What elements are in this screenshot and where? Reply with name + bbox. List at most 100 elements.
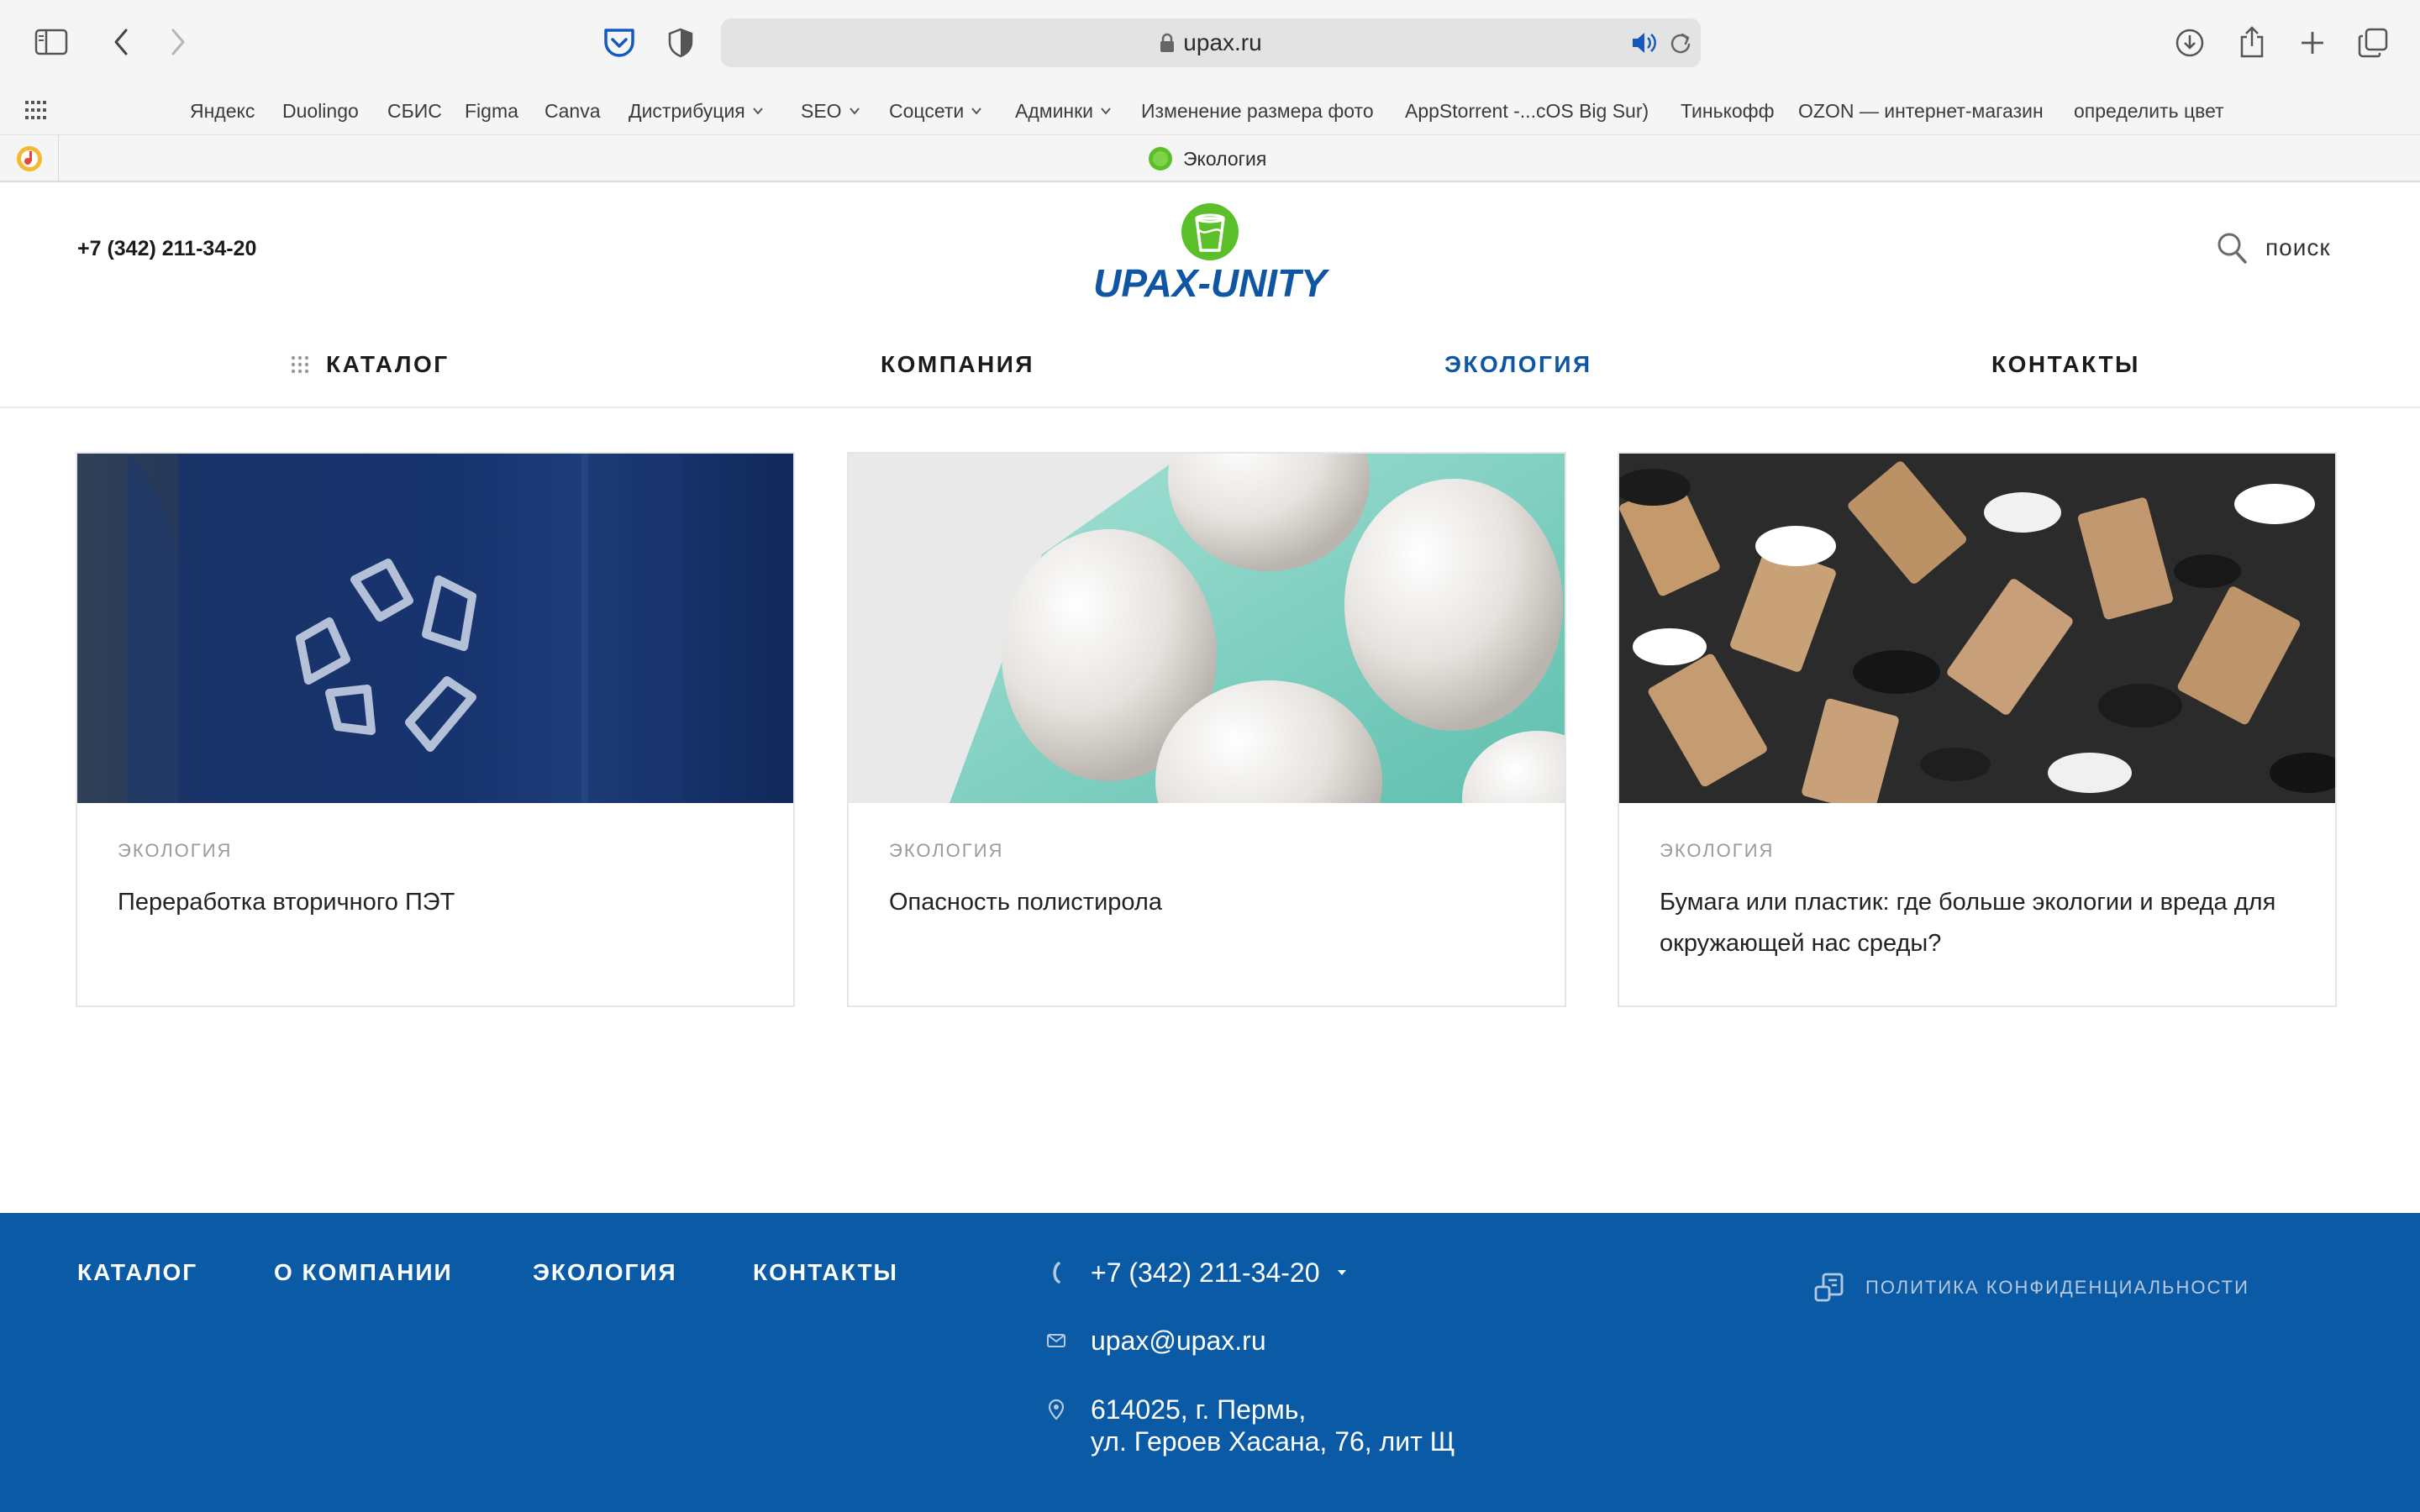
music-app-icon — [16, 146, 42, 171]
bookmark-label: Duolingo — [282, 99, 359, 122]
privacy-policy-link[interactable]: ПОЛИТИКА КОНФИДЕНЦИАЛЬНОСТИ — [1813, 1272, 2249, 1304]
article-card-paper-plastic[interactable]: ЭКОЛОГИЯ Бумага или пластик: где больше … — [1618, 452, 2337, 1007]
bookmark-label: OZON — интернет-магазин — [1798, 99, 2044, 122]
browser-chrome: upax.ru Яндекс Duolingo СБИС Figma Canva… — [0, 0, 2420, 182]
footer-phone-text: +7 (342) 211-34-20 — [1091, 1257, 1320, 1288]
bookmark-folder-admin[interactable]: Админки — [1015, 91, 1112, 131]
bookmark-label: Яндекс — [190, 99, 255, 122]
forward-icon[interactable] — [161, 24, 195, 60]
article-image-egg-tray — [849, 454, 1565, 803]
speaker-icon[interactable] — [1630, 30, 1657, 55]
chevron-down-icon — [849, 108, 860, 115]
article-image-coffee-cups — [1619, 454, 2335, 803]
bookmark-label: Изменение размера фото — [1141, 99, 1374, 122]
bookmark-label: AppStorrent -...cOS Big Sur) — [1405, 99, 1649, 122]
bookmark-label: СБИС — [387, 99, 442, 122]
apps-grid-icon[interactable] — [25, 101, 47, 119]
bookmark-label: Админки — [1015, 99, 1094, 122]
phone-icon — [1047, 1257, 1065, 1289]
bookmark-label: Тинькофф — [1681, 99, 1775, 122]
downloads-icon[interactable] — [2171, 24, 2208, 62]
pinned-tab-music[interactable] — [0, 135, 59, 182]
sidebar-toggle-icon[interactable] — [30, 24, 72, 60]
bookmark-ozon[interactable]: OZON — интернет-магазин — [1798, 91, 2044, 131]
bookmark-folder-seo[interactable]: SEO — [801, 91, 860, 131]
bookmark-resize-photo[interactable]: Изменение размера фото — [1141, 91, 1374, 131]
article-title[interactable]: Переработка вторичного ПЭТ — [118, 882, 765, 923]
new-tab-icon[interactable] — [2294, 24, 2331, 62]
back-icon[interactable] — [104, 24, 138, 60]
search-button[interactable]: поиск — [2217, 232, 2331, 264]
bookmark-label: Дистрибуция — [629, 99, 745, 122]
bookmark-label: Figma — [465, 99, 518, 122]
nav-ecology[interactable]: ЭКОЛОГИЯ — [1444, 351, 1592, 378]
tab-bar: Экология — [0, 134, 2420, 182]
footer-email-text: upax@upax.ru — [1091, 1326, 1266, 1356]
lock-icon — [1160, 33, 1175, 52]
tab-title: Экология — [1183, 147, 1267, 170]
site-footer: КАТАЛОГ О КОМПАНИИ ЭКОЛОГИЯ КОНТАКТЫ +7 … — [0, 1213, 2420, 1512]
nav-contacts[interactable]: КОНТАКТЫ — [1991, 351, 2140, 378]
logo-text: UPAX-UNITY — [1093, 261, 1330, 305]
address-line-1: 614025, г. Пермь, — [1091, 1394, 1307, 1425]
footer-nav-contacts[interactable]: КОНТАКТЫ — [753, 1259, 898, 1286]
tab-overview-icon[interactable] — [2354, 24, 2391, 62]
article-category: ЭКОЛОГИЯ — [118, 840, 233, 861]
url-text: upax.ru — [1183, 29, 1262, 55]
bookmark-folder-distribution[interactable]: Дистрибуция — [629, 91, 764, 131]
site-logo[interactable]: UPAX-UNITY — [1084, 202, 1336, 307]
article-image-recycling-bin — [77, 454, 793, 803]
nav-label: КАТАЛОГ — [326, 351, 450, 377]
chevron-down-icon — [752, 108, 763, 115]
bookmark-duolingo[interactable]: Duolingo — [282, 91, 359, 131]
privacy-shield-icon[interactable] — [664, 24, 697, 62]
bookmark-canva[interactable]: Canva — [544, 91, 600, 131]
bookmark-figma[interactable]: Figma — [465, 91, 518, 131]
main-nav: КАТАЛОГ КОМПАНИЯ ЭКОЛОГИЯ КОНТАКТЫ — [0, 336, 2420, 408]
address-line-2: ул. Героев Хасана, 76, лит Щ — [1091, 1426, 1455, 1457]
article-category: ЭКОЛОГИЯ — [1660, 840, 1775, 861]
chevron-down-icon — [1101, 108, 1111, 115]
bookmark-label: Соцсети — [889, 99, 965, 122]
bookmark-label: SEO — [801, 99, 842, 122]
article-card-pet[interactable]: ЭКОЛОГИЯ Переработка вторичного ПЭТ — [76, 452, 795, 1007]
article-card-polystyrene[interactable]: ЭКОЛОГИЯ Опасность полистирола — [847, 452, 1566, 1007]
bookmark-yandex[interactable]: Яндекс — [190, 91, 255, 131]
location-pin-icon — [1047, 1394, 1065, 1425]
bookmark-appstorrent[interactable]: AppStorrent -...cOS Big Sur) — [1405, 91, 1649, 131]
document-icon — [1814, 1273, 1844, 1302]
chevron-down-icon — [971, 108, 982, 115]
logo-cup-icon: UPAX-UNITY — [1093, 203, 1330, 305]
nav-company[interactable]: КОМПАНИЯ — [881, 351, 1034, 378]
caret-down-icon[interactable] — [1336, 1257, 1348, 1289]
search-label: поиск — [2265, 234, 2331, 260]
bookmark-tinkoff[interactable]: Тинькофф — [1681, 91, 1775, 131]
bookmark-label: Canva — [544, 99, 601, 122]
bookmark-sbis[interactable]: СБИС — [387, 91, 442, 131]
article-category: ЭКОЛОГИЯ — [889, 840, 1004, 861]
bookmark-folder-social[interactable]: Соцсети — [889, 91, 982, 131]
nav-catalog[interactable]: КАТАЛОГ — [291, 351, 450, 378]
article-title[interactable]: Опасность полистирола — [889, 882, 1536, 923]
search-icon — [2217, 233, 2247, 264]
nav-label: КОМПАНИЯ — [881, 351, 1035, 377]
tab-ecology[interactable]: Экология — [1148, 135, 1266, 182]
nav-label: КОНТАКТЫ — [1991, 351, 2140, 377]
footer-nav-about[interactable]: О КОМПАНИИ — [274, 1259, 453, 1286]
pocket-icon[interactable] — [600, 24, 639, 62]
catalog-grid-icon — [291, 355, 309, 374]
privacy-policy-text: ПОЛИТИКА КОНФИДЕНЦИАЛЬНОСТИ — [1865, 1277, 2249, 1298]
reload-icon[interactable] — [1669, 30, 1692, 55]
bookmark-label: определить цвет — [2074, 99, 2224, 122]
bookmark-color-picker[interactable]: определить цвет — [2074, 91, 2224, 131]
header-phone-link[interactable]: +7 (342) 211-34-20 — [77, 237, 256, 261]
footer-nav-ecology[interactable]: ЭКОЛОГИЯ — [533, 1259, 677, 1286]
footer-phone[interactable]: +7 (342) 211-34-20 — [1047, 1257, 1348, 1289]
article-title[interactable]: Бумага или пластик: где больше экологии … — [1660, 882, 2307, 964]
share-icon[interactable] — [2233, 22, 2270, 62]
nav-label: ЭКОЛОГИЯ — [1444, 351, 1592, 377]
mail-icon — [1047, 1325, 1065, 1357]
address-bar[interactable]: upax.ru — [721, 18, 1701, 67]
footer-email[interactable]: upax@upax.ru — [1047, 1325, 1266, 1357]
footer-nav-catalog[interactable]: КАТАЛОГ — [77, 1259, 197, 1286]
